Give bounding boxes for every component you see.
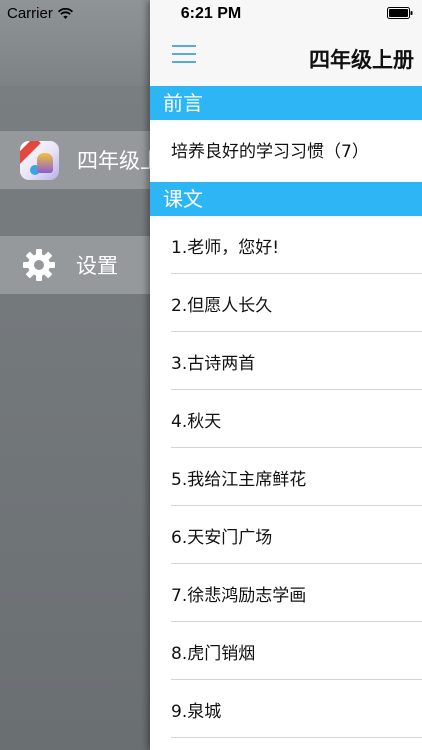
- drawer-item-settings[interactable]: 设置: [0, 236, 150, 294]
- list-item-label: 9.泉城: [171, 701, 222, 722]
- list-item[interactable]: 9.泉城: [150, 680, 422, 738]
- status-bar: Carrier 6:21 PM: [0, 0, 422, 28]
- list-item-label: 8.虎门销烟: [171, 643, 256, 664]
- list-item-label: 3.古诗两首: [171, 353, 256, 374]
- list-item[interactable]: 4.秋天: [150, 390, 422, 448]
- list-item-label: 7.徐悲鸿励志学画: [171, 585, 307, 606]
- hamburger-menu-icon[interactable]: [172, 43, 198, 65]
- drawer-item-label: 设置: [76, 254, 118, 278]
- side-drawer: 四年级上册 设置: [0, 0, 150, 750]
- list-item-label: 培养良好的学习习惯（7）: [171, 141, 369, 162]
- list-item-label: 5.我给江主席鲜花: [171, 469, 307, 490]
- main-panel: 四年级上册 前言 培养良好的学习习惯（7） 课文 1.老师，您好! 2.但愿人长…: [150, 0, 422, 750]
- list-item-label: 4.秋天: [171, 411, 222, 432]
- list-item[interactable]: 3.古诗两首: [150, 332, 422, 390]
- list-item[interactable]: 5.我给江主席鲜花: [150, 448, 422, 506]
- row-divider: [171, 737, 422, 738]
- list-item[interactable]: 培养良好的学习习惯（7）: [150, 120, 422, 178]
- drawer-item-book[interactable]: 四年级上册: [0, 131, 150, 189]
- list-item[interactable]: 8.虎门销烟: [150, 622, 422, 680]
- list-item[interactable]: 6.天安门广场: [150, 506, 422, 564]
- list-item-label: 1.老师，您好!: [171, 237, 280, 258]
- list-item-label: 2.但愿人长久: [171, 295, 273, 316]
- page-title: 四年级上册: [309, 48, 414, 72]
- list-item[interactable]: 2.但愿人长久: [150, 274, 422, 332]
- section-header-preface: 前言: [150, 86, 422, 120]
- section-header-texts: 课文: [150, 182, 422, 216]
- drawer-item-label: 四年级上册: [77, 149, 150, 173]
- status-time: 6:21 PM: [180, 5, 242, 22]
- list-item-label: 6.天安门广场: [171, 527, 273, 548]
- app-icon: [20, 140, 59, 180]
- gear-icon: [20, 246, 58, 284]
- battery-icon: [387, 7, 413, 19]
- list-item[interactable]: 7.徐悲鸿励志学画: [150, 564, 422, 622]
- list-item[interactable]: 1.老师，您好!: [150, 216, 422, 274]
